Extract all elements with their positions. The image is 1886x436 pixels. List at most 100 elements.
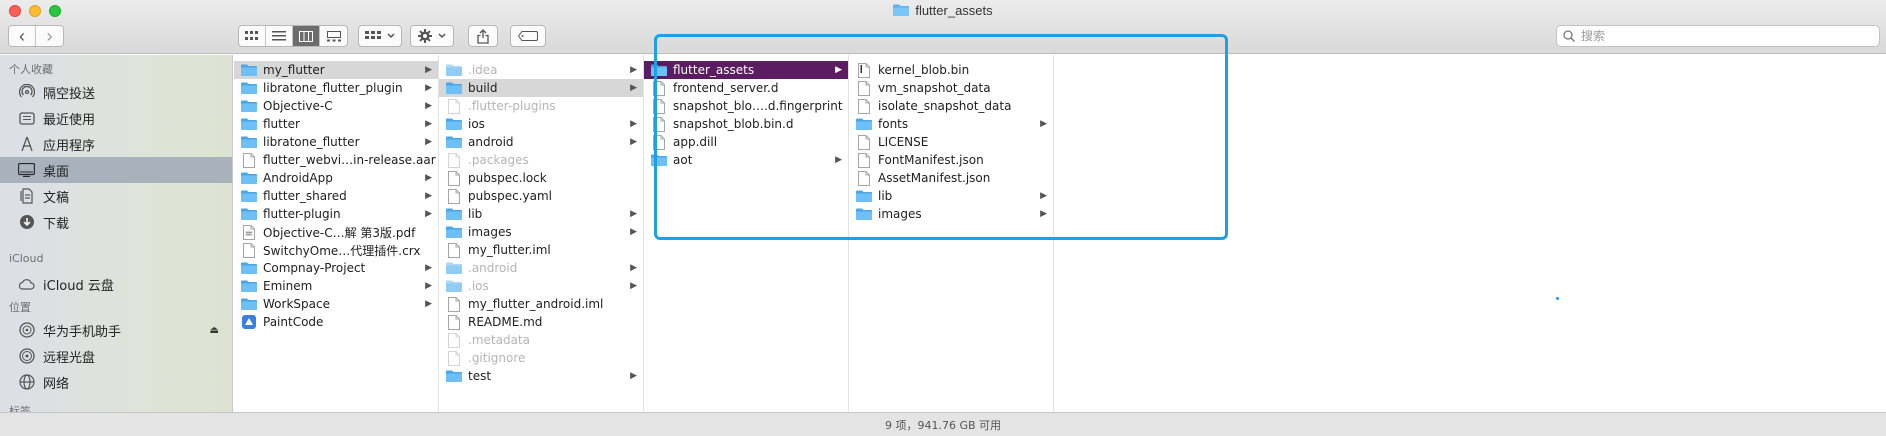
gallery-view-button[interactable] — [320, 26, 347, 46]
folder-row[interactable]: .ios ▶ — [439, 277, 643, 295]
folder-row[interactable]: libratone_flutter ▶ — [234, 133, 438, 151]
sidebar-item-huawei-assistant[interactable]: 华为手机助手 ⏏ — [0, 317, 232, 343]
file-row[interactable]: kernel_blob.bin — [849, 61, 1053, 79]
file-row[interactable]: vm_snapshot_data — [849, 79, 1053, 97]
sidebar-item-applications[interactable]: 应用程序 — [0, 131, 232, 157]
folder-row[interactable]: aot ▶ — [644, 151, 848, 169]
column-view-button[interactable] — [293, 26, 320, 46]
folder-icon — [446, 225, 462, 239]
group-by-button[interactable] — [358, 25, 402, 47]
folder-icon — [446, 208, 462, 220]
file-row[interactable]: frontend_server.d — [644, 79, 848, 97]
file-row[interactable]: pubspec.lock — [439, 169, 643, 187]
chevron-right-icon: ▶ — [835, 65, 842, 75]
sidebar-item-remote-disc[interactable]: 远程光盘 — [0, 343, 232, 369]
action-menu-button[interactable] — [410, 25, 454, 47]
folder-row[interactable]: Objective-C ▶ — [234, 97, 438, 115]
folder-row[interactable]: my_flutter ▶ — [234, 61, 438, 79]
folder-row[interactable]: Compnay-Project ▶ — [234, 259, 438, 277]
folder-row[interactable]: test ▶ — [439, 367, 643, 385]
list-view-button[interactable] — [266, 26, 293, 46]
folder-row[interactable]: .android ▶ — [439, 259, 643, 277]
file-row[interactable]: .flutter-plugins — [439, 97, 643, 115]
search-input[interactable] — [1581, 29, 1871, 43]
file-row[interactable]: README.md — [439, 313, 643, 331]
item-name: flutter-plugin — [263, 207, 341, 221]
sidebar-item-icloud-drive[interactable]: iCloud 云盘 — [0, 271, 232, 297]
file-row[interactable]: snapshot_blo….d.fingerprint — [644, 97, 848, 115]
folder-row[interactable]: flutter ▶ — [234, 115, 438, 133]
sidebar-item-downloads[interactable]: 下载 — [0, 209, 232, 235]
folder-row[interactable]: WorkSpace ▶ — [234, 295, 438, 313]
search-field[interactable] — [1556, 25, 1880, 47]
folder-row[interactable]: libratone_flutter_plugin ▶ — [234, 79, 438, 97]
file-row[interactable]: LICENSE — [849, 133, 1053, 151]
folder-row[interactable]: images ▶ — [439, 223, 643, 241]
file-row[interactable]: SwitchyOme…代理插件.crx — [234, 241, 438, 259]
back-button[interactable]: ‹ — [9, 26, 36, 46]
item-name: ios — [468, 117, 485, 131]
folder-row[interactable]: fonts ▶ — [849, 115, 1053, 133]
item-name: vm_snapshot_data — [878, 81, 991, 95]
file-row[interactable]: .packages — [439, 151, 643, 169]
document-icon — [446, 98, 462, 114]
sidebar-item-network[interactable]: 网络 — [0, 369, 232, 395]
file-row[interactable]: AssetManifest.json — [849, 169, 1053, 187]
grid-icon — [245, 31, 258, 40]
document-icon — [448, 350, 460, 366]
documents-icon — [18, 188, 35, 205]
sidebar-item-documents[interactable]: 文稿 — [0, 183, 232, 209]
folder-row[interactable]: ios ▶ — [439, 115, 643, 133]
chevron-right-icon: ▶ — [1040, 209, 1047, 219]
recents-icon — [18, 110, 35, 127]
folder-row[interactable]: flutter_assets ▶ — [644, 61, 848, 79]
file-row[interactable]: .metadata — [439, 331, 643, 349]
document-icon — [653, 134, 665, 150]
folder-icon — [241, 81, 257, 95]
item-name: libratone_flutter_plugin — [263, 81, 403, 95]
sidebar-item-desktop[interactable]: 桌面 — [0, 157, 232, 183]
folder-row[interactable]: lib ▶ — [439, 205, 643, 223]
folder-icon — [241, 171, 257, 185]
file-row[interactable]: snapshot_blob.bin.d — [644, 115, 848, 133]
document-icon — [653, 98, 665, 114]
folder-row[interactable]: AndroidApp ▶ — [234, 169, 438, 187]
item-name: WorkSpace — [263, 297, 330, 311]
folder-row[interactable]: flutter-plugin ▶ — [234, 205, 438, 223]
column-3: flutter_assets ▶ frontend_server.d snapshot… — [644, 55, 849, 412]
folder-row[interactable]: .idea ▶ — [439, 61, 643, 79]
file-row[interactable]: isolate_snapshot_data — [849, 97, 1053, 115]
folder-row[interactable]: images ▶ — [849, 205, 1053, 223]
file-row[interactable]: FontManifest.json — [849, 151, 1053, 169]
share-button[interactable] — [468, 25, 498, 47]
forward-button[interactable]: › — [36, 26, 63, 46]
file-row[interactable]: my_flutter_android.iml — [439, 295, 643, 313]
sidebar-item-airdrop[interactable]: 隔空投送 — [0, 79, 232, 105]
item-name: fonts — [878, 117, 909, 131]
desktop-icon — [18, 162, 35, 179]
item-name: .packages — [468, 153, 529, 167]
sidebar-item-recents[interactable]: 最近使用 — [0, 105, 232, 131]
file-row[interactable]: .gitignore — [439, 349, 643, 367]
file-row[interactable]: my_flutter.iml — [439, 241, 643, 259]
chevron-right-icon: ▶ — [630, 65, 637, 75]
file-row[interactable]: Objective-C…解 第3版.pdf — [234, 223, 438, 241]
file-row[interactable]: flutter_webvi…in-release.aar — [234, 151, 438, 169]
folder-row[interactable]: android ▶ — [439, 133, 643, 151]
folder-row[interactable]: flutter_shared ▶ — [234, 187, 438, 205]
file-row[interactable]: app.dill — [644, 133, 848, 151]
window-title-text: flutter_assets — [915, 3, 993, 18]
item-name: Compnay-Project — [263, 261, 366, 275]
folder-row[interactable]: Eminem ▶ — [234, 277, 438, 295]
eject-icon[interactable]: ⏏ — [210, 325, 219, 336]
item-name: .ios — [468, 279, 489, 293]
folder-row[interactable]: lib ▶ — [849, 187, 1053, 205]
document-icon — [446, 296, 462, 312]
icon-view-button[interactable] — [239, 26, 266, 46]
optical-disc-icon — [18, 348, 35, 365]
chevron-right-icon: ▶ — [425, 65, 432, 75]
folder-row[interactable]: build ▶ — [439, 79, 643, 97]
file-row[interactable]: PaintCode — [234, 313, 438, 331]
edit-tags-button[interactable] — [510, 25, 546, 47]
file-row[interactable]: pubspec.yaml — [439, 187, 643, 205]
